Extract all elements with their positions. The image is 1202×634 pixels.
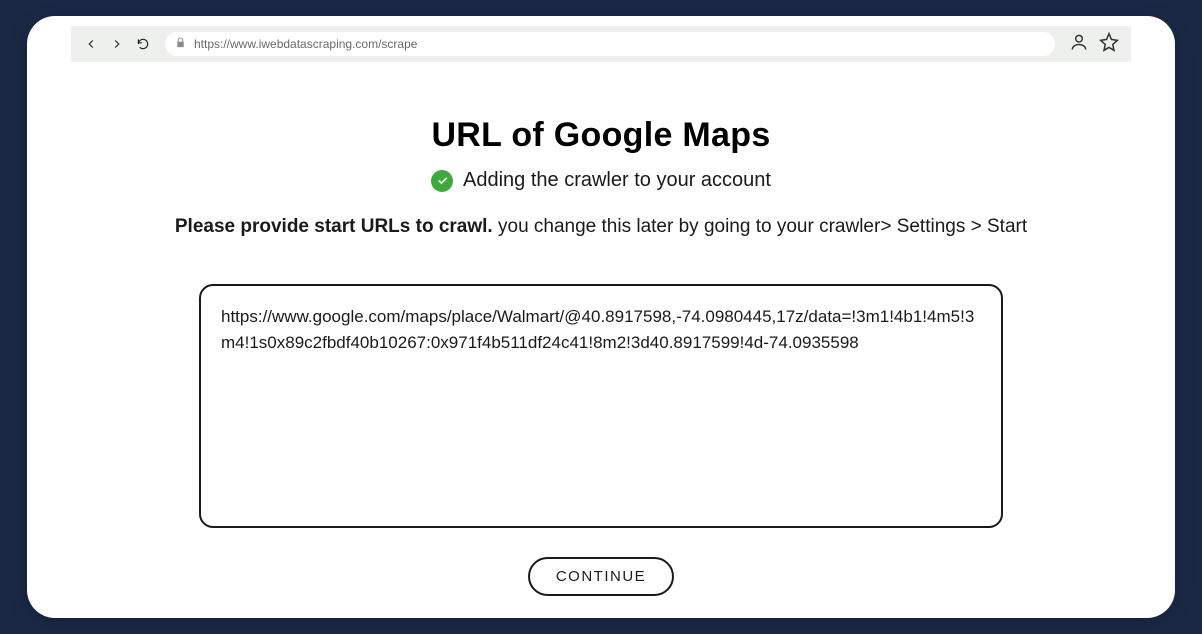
toolbar-right bbox=[1069, 32, 1119, 57]
reload-icon[interactable] bbox=[135, 36, 151, 52]
star-icon[interactable] bbox=[1099, 32, 1119, 57]
page-content: URL of Google Maps Adding the crawler to… bbox=[27, 62, 1175, 616]
browser-toolbar: https://www.iwebdatascraping.com/scrape bbox=[71, 26, 1131, 62]
lock-icon bbox=[175, 35, 186, 53]
continue-button[interactable]: CONTINUE bbox=[528, 557, 674, 596]
instruction-rest: you change this later by going to your c… bbox=[493, 216, 1027, 237]
app-window: https://www.iwebdatascraping.com/scrape … bbox=[27, 16, 1175, 618]
instruction-bold: Please provide start URLs to crawl. bbox=[175, 216, 493, 237]
address-text: https://www.iwebdatascraping.com/scrape bbox=[194, 37, 417, 51]
user-icon[interactable] bbox=[1069, 32, 1089, 57]
nav-controls bbox=[83, 36, 151, 52]
instruction-text: Please provide start URLs to crawl. you … bbox=[67, 216, 1135, 238]
continue-wrap: CONTINUE bbox=[67, 557, 1135, 596]
forward-icon[interactable] bbox=[109, 36, 125, 52]
status-row: Adding the crawler to your account bbox=[67, 169, 1135, 192]
check-circle-icon bbox=[431, 170, 453, 192]
start-urls-input[interactable]: https://www.google.com/maps/place/Walmar… bbox=[199, 284, 1003, 528]
page-title: URL of Google Maps bbox=[67, 116, 1135, 155]
status-text: Adding the crawler to your account bbox=[463, 169, 771, 192]
address-bar[interactable]: https://www.iwebdatascraping.com/scrape bbox=[165, 32, 1055, 56]
back-icon[interactable] bbox=[83, 36, 99, 52]
